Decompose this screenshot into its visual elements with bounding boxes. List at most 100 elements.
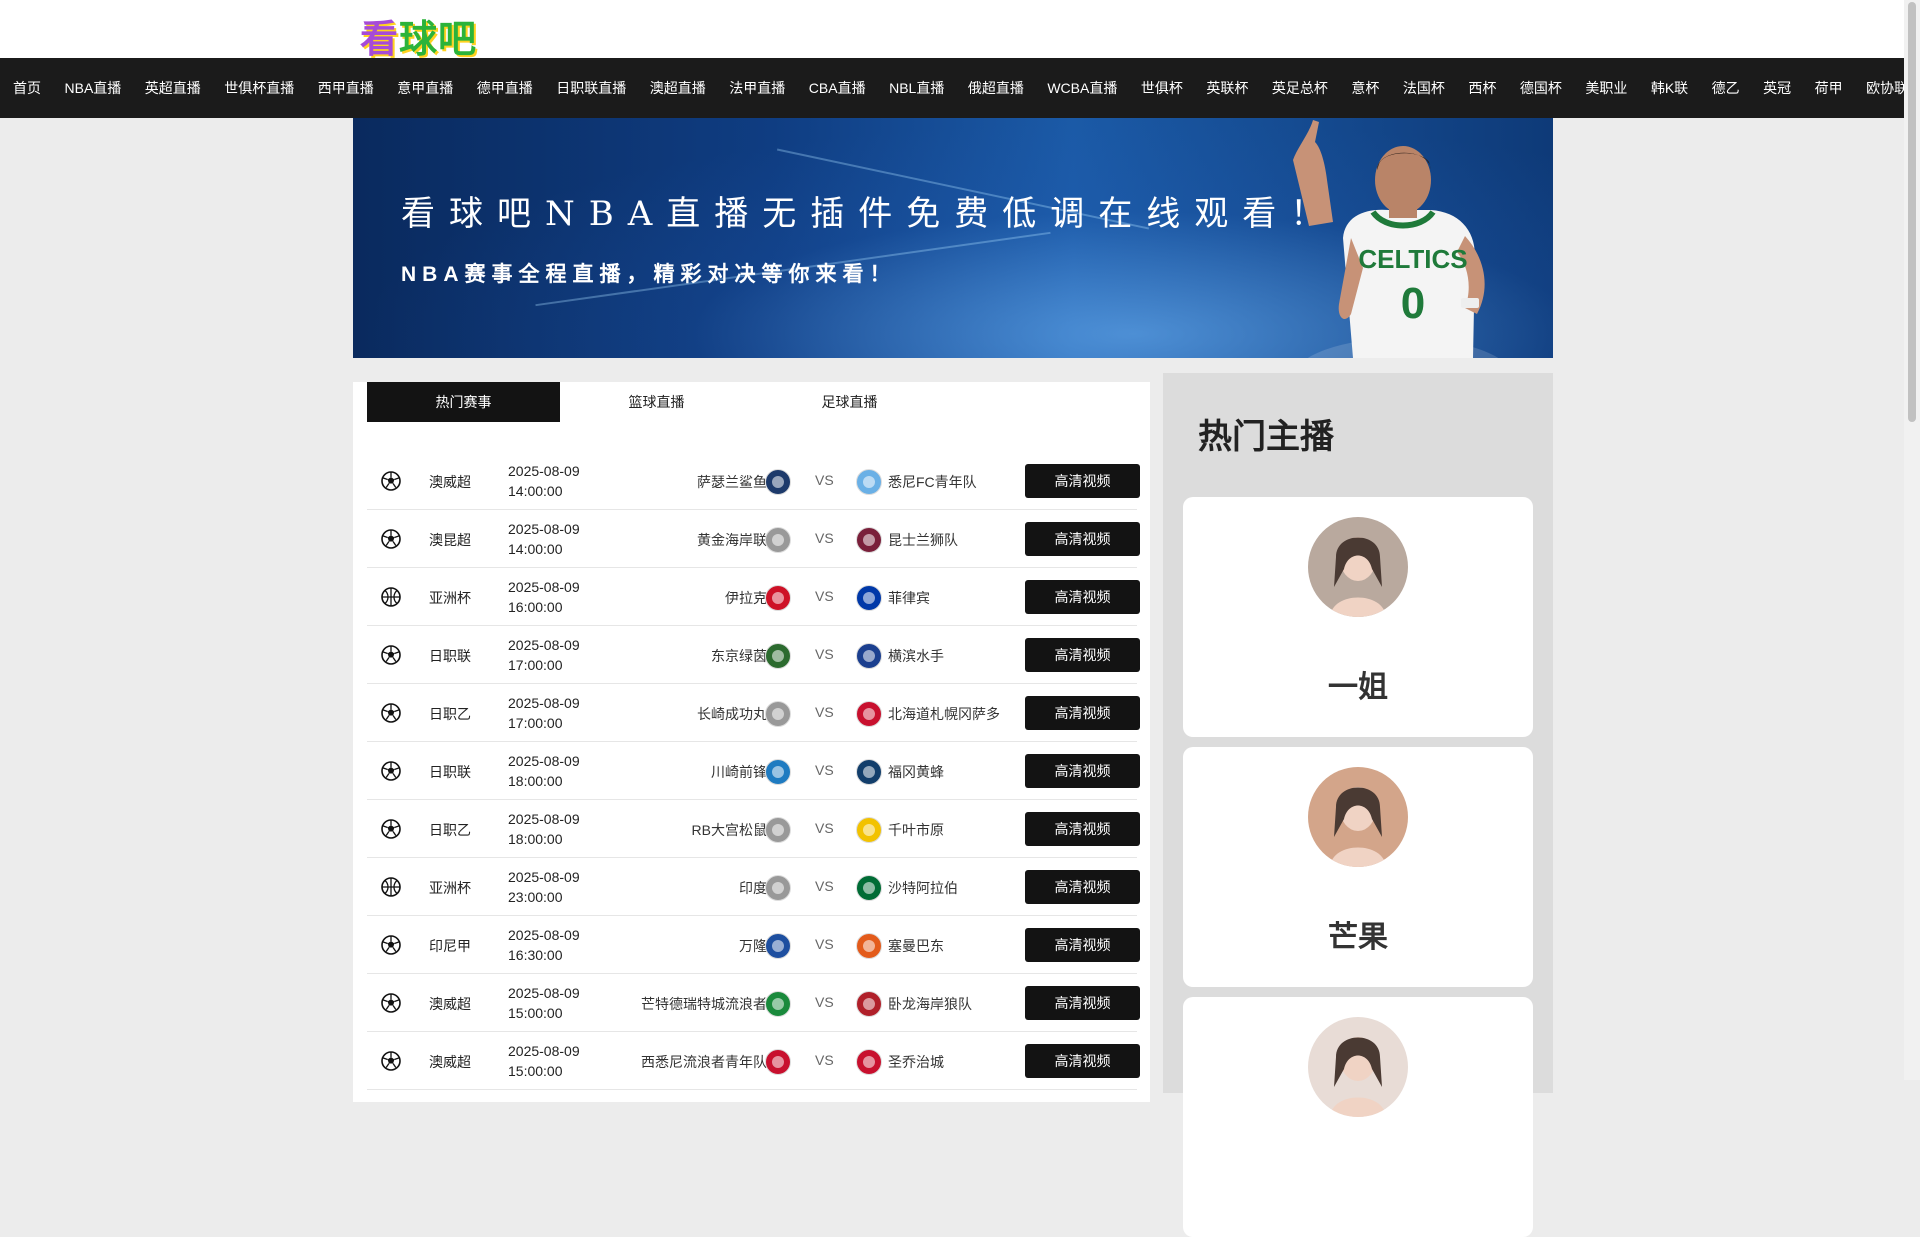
match-row: 澳威超 2025-08-09 15:00:00 西悉尼流浪者青年队 VS 圣乔治城 高清视频 [367,1032,1140,1090]
streamer-avatar[interactable] [1308,517,1408,617]
soccer-ball-icon [381,1051,401,1071]
away-team-logo-icon [855,932,883,960]
match-row: 日职乙 2025-08-09 17:00:00 长崎成功丸 VS 北海道札幌冈萨多 高清视频 [367,684,1140,742]
hero-banner: 看球吧NBA直播无插件免费低调在线观看！ NBA赛事全程直播，精彩对决等你来看！… [353,118,1553,358]
home-team-logo-icon [764,468,792,496]
match-clock: 16:30:00 [508,947,563,963]
nav-item[interactable]: NBL直播 [889,78,944,98]
away-team-logo-icon [855,700,883,728]
nav-item[interactable]: 澳超直播 [650,78,706,98]
nav-item[interactable]: 法国杯 [1403,78,1445,98]
vs-label: VS [815,762,834,778]
match-clock: 18:00:00 [508,831,563,847]
nav-item[interactable]: 德甲直播 [477,78,533,98]
hd-video-button[interactable]: 高清视频 [1025,870,1140,904]
match-clock: 14:00:00 [508,541,563,557]
home-team-logo-icon [764,526,792,554]
nav-item[interactable]: 英超直播 [145,78,201,98]
match-clock: 18:00:00 [508,773,563,789]
hd-video-button[interactable]: 高清视频 [1025,464,1140,498]
hd-video-button[interactable]: 高清视频 [1025,928,1140,962]
streamer-avatar[interactable] [1308,1017,1408,1117]
match-row: 澳威超 2025-08-09 14:00:00 萨瑟兰鲨鱼 VS 悉尼FC青年队 高清视频 [367,452,1140,510]
nav-item[interactable]: 英冠 [1763,78,1791,98]
nav-item[interactable]: 欧协联 [1866,78,1904,98]
hd-video-button[interactable]: 高清视频 [1025,638,1140,672]
nav-item[interactable]: NBA直播 [65,78,122,98]
away-team-logo-icon [855,642,883,670]
nav-item[interactable]: 意杯 [1351,78,1379,98]
nav-item[interactable]: CBA直播 [809,78,866,98]
hd-video-button[interactable]: 高清视频 [1025,812,1140,846]
vs-label: VS [815,472,834,488]
away-team-name: 千叶市原 [888,822,944,838]
nav-item[interactable]: 美职业 [1585,78,1627,98]
away-team-logo-icon [855,990,883,1018]
match-clock: 15:00:00 [508,1063,563,1079]
soccer-ball-icon [381,761,401,781]
vs-label: VS [815,646,834,662]
basketball-icon [381,877,401,897]
league-name: 澳威超 [429,1054,471,1070]
nav-item[interactable]: 俄超直播 [968,78,1024,98]
streamer-card[interactable]: 芒果 [1183,747,1533,987]
hd-video-button[interactable]: 高清视频 [1025,696,1140,730]
nav-item[interactable]: 英联杯 [1206,78,1248,98]
scrollbar-thumb[interactable] [1908,2,1916,422]
away-team-name: 塞曼巴东 [888,938,944,954]
nav-item[interactable]: WCBA直播 [1047,78,1117,98]
nav-item[interactable]: 日职联直播 [556,78,626,98]
away-team-logo-icon [855,816,883,844]
nav-item[interactable]: 法甲直播 [729,78,785,98]
site-logo[interactable]: 看 球 吧 [360,8,477,63]
nav-item[interactable]: 首页 [13,78,41,98]
vs-label: VS [815,936,834,952]
nav-item[interactable]: 意甲直播 [397,78,453,98]
vs-label: VS [815,878,834,894]
nav-item[interactable]: 德国杯 [1520,78,1562,98]
tab-football-live[interactable]: 足球直播 [753,382,946,422]
streamer-card[interactable] [1183,997,1533,1237]
nav-item[interactable]: 世俱杯 [1141,78,1183,98]
home-team-name: 东京绿茵 [711,648,767,664]
soccer-ball-icon [381,935,401,955]
match-row: 日职联 2025-08-09 18:00:00 川崎前锋 VS 福冈黄蜂 高清视频 [367,742,1140,800]
home-team-name: 长崎成功丸 [697,706,767,722]
logo-char-3: 吧 [438,17,478,61]
nav-item[interactable]: 英足总杯 [1272,78,1328,98]
hd-video-button[interactable]: 高清视频 [1025,580,1140,614]
streamer-avatar[interactable] [1308,767,1408,867]
away-team-logo-icon [855,758,883,786]
hd-video-button[interactable]: 高清视频 [1025,522,1140,556]
vs-label: VS [815,588,834,604]
tab-hot-matches[interactable]: 热门赛事 [367,382,560,422]
streamer-name: 一姐 [1328,671,1388,704]
svg-text:0: 0 [1401,279,1425,328]
home-team-name: 万隆 [739,938,767,954]
nav-item[interactable]: 西甲直播 [318,78,374,98]
top-header: 看 球 吧 [0,0,1904,61]
home-team-logo-icon [764,874,792,902]
league-name: 日职联 [429,764,471,780]
home-team-name: 黄金海岸联 [697,532,767,548]
nav-item[interactable]: 西杯 [1468,78,1496,98]
hd-video-button[interactable]: 高清视频 [1025,986,1140,1020]
hd-video-button[interactable]: 高清视频 [1025,1044,1140,1078]
nav-item[interactable]: 德乙 [1712,78,1740,98]
home-team-logo-icon [764,642,792,670]
match-row: 澳昆超 2025-08-09 14:00:00 黄金海岸联 VS 昆士兰狮队 高清视频 [367,510,1140,568]
tab-basketball-live[interactable]: 篮球直播 [560,382,753,422]
hd-video-button[interactable]: 高清视频 [1025,754,1140,788]
nav-item[interactable]: 韩K联 [1651,78,1688,98]
nav-item[interactable]: 荷甲 [1815,78,1843,98]
vs-label: VS [815,1052,834,1068]
page-scrollbar[interactable] [1904,0,1920,1080]
soccer-ball-icon [381,993,401,1013]
home-team-name: 伊拉克 [725,590,767,606]
vs-label: VS [815,820,834,836]
league-name: 亚洲杯 [429,590,471,606]
nav-item[interactable]: 世俱杯直播 [224,78,294,98]
basketball-player-image: CELTICS 0 [1293,120,1499,358]
streamer-card[interactable]: 一姐 [1183,497,1533,737]
match-clock: 17:00:00 [508,715,563,731]
